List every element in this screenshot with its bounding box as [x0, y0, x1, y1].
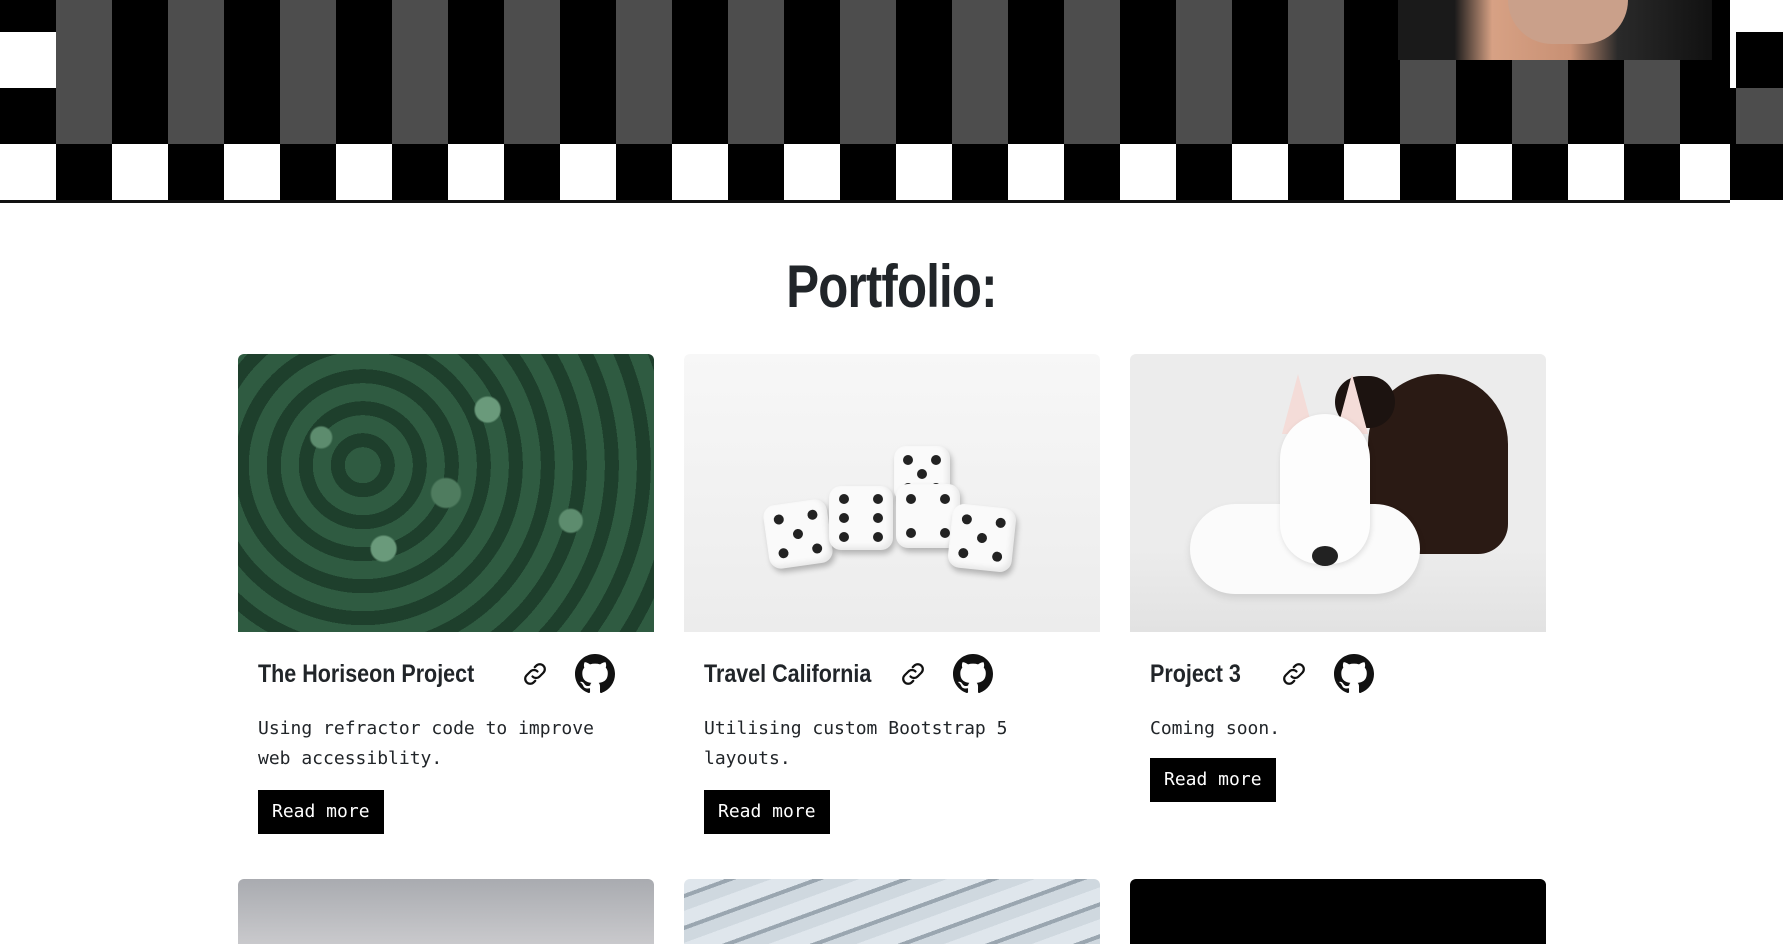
portfolio-title: Portfolio: [786, 253, 997, 320]
portfolio-card: Travel California Utilising custom Boots… [684, 354, 1100, 834]
github-icon[interactable] [952, 654, 993, 694]
card-image-dice [684, 354, 1100, 632]
banner-divider [0, 200, 1730, 203]
portfolio-card: Project 3 Coming soon. Read more [1130, 354, 1546, 802]
dog-head [1280, 414, 1370, 564]
dog-nose [1312, 546, 1338, 566]
checker-cell [0, 88, 56, 140]
checkered-banner [0, 0, 1783, 204]
profile-photo [1398, 0, 1712, 60]
checker-row [0, 88, 1783, 144]
card-image-rope [684, 879, 1100, 944]
checker-row [0, 144, 1730, 202]
portfolio-card [684, 879, 1100, 944]
portfolio-card [1130, 879, 1546, 944]
card-title: Travel California [704, 659, 872, 688]
read-more-button[interactable]: Read more [258, 790, 384, 834]
card-image-placeholder [1130, 879, 1546, 944]
portfolio-card [238, 879, 654, 944]
die [761, 497, 835, 571]
card-description: Coming soon. [1150, 718, 1281, 739]
read-more-button[interactable]: Read more [1150, 758, 1276, 802]
github-icon[interactable] [1333, 654, 1374, 694]
portfolio-card: The Horiseon Project Using refractor cod… [238, 354, 654, 834]
die [829, 486, 893, 550]
card-image-clover [238, 354, 654, 632]
card-title: The Horiseon Project [258, 659, 475, 688]
link-icon[interactable] [1278, 658, 1310, 690]
github-icon[interactable] [575, 654, 616, 694]
card-description: Using refractor code to improve web acce… [258, 718, 594, 769]
card-description: Utilising custom Bootstrap 5 layouts. [704, 718, 1008, 769]
read-more-button[interactable]: Read more [704, 790, 830, 834]
card-image-sky [238, 879, 654, 944]
card-image-dog-and-cat [1130, 354, 1546, 632]
checker-cell [1730, 144, 1783, 200]
die [946, 502, 1018, 574]
card-title: Project 3 [1150, 659, 1241, 688]
link-icon[interactable] [519, 658, 551, 690]
link-icon[interactable] [897, 658, 929, 690]
